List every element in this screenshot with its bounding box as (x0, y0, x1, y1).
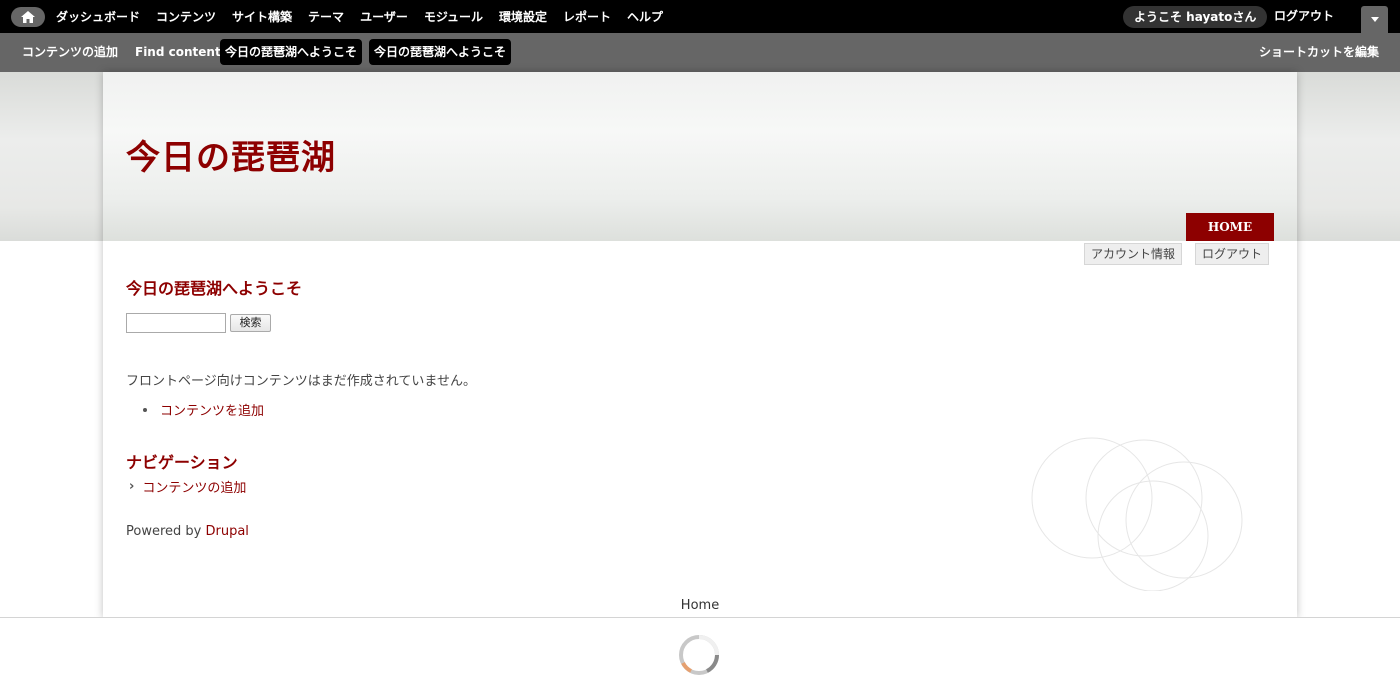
bullet-icon (143, 407, 147, 412)
block-title: 今日の琵琶湖へようこそ (126, 279, 303, 298)
footer-home-link[interactable]: Home (0, 598, 1400, 613)
edit-shortcuts-link[interactable]: ショートカットを編集 (1259, 39, 1379, 65)
navigation-item: › コンテンツの追加 (129, 477, 246, 496)
loading-spinner-icon (679, 635, 719, 675)
user-welcome-link[interactable]: ようこそ hayatoさん (1123, 6, 1268, 28)
toolbar-item-structure[interactable]: サイト構築 (224, 8, 300, 25)
list-item: コンテンツを追加 (143, 400, 264, 419)
add-content-link[interactable]: コンテンツを追加 (160, 400, 264, 419)
search-input[interactable] (126, 313, 226, 333)
powered-by-text: Powered by (126, 524, 206, 539)
toolbar-menu: ダッシュボード コンテンツ サイト構築 テーマ ユーザー モジュール 環境設定 … (48, 0, 671, 33)
toolbar-item-people[interactable]: ユーザー (352, 8, 416, 25)
powered-by: Powered by Drupal (126, 524, 249, 539)
navigation-title: ナビゲーション (126, 453, 238, 472)
shortcut-drawer-toggle[interactable] (1361, 6, 1388, 33)
admin-toolbar: ダッシュボード コンテンツ サイト構築 テーマ ユーザー モジュール 環境設定 … (0, 0, 1400, 33)
search-button[interactable]: 検索 (230, 314, 271, 332)
toolbar-item-reports[interactable]: レポート (555, 8, 619, 25)
shortcut-bar: コンテンツの追加 Find content 今日の琵琶湖へようこそ 今日の琵琶湖… (0, 33, 1400, 72)
page-wrapper: 今日の琵琶湖 HOME アカウント情報 ログアウト 今日の琵琶湖へようこそ 検索… (103, 72, 1297, 618)
main-menu-home-tab[interactable]: HOME (1186, 213, 1274, 241)
toolbar-logout-link[interactable]: ログアウト (1274, 0, 1334, 33)
shortcut-find-content[interactable]: Find content (135, 39, 221, 65)
toolbar-item-modules[interactable]: モジュール (416, 8, 491, 25)
decorative-bubbles-icon (1031, 437, 1243, 591)
toolbar-item-configuration[interactable]: 環境設定 (491, 8, 555, 25)
site-name[interactable]: 今日の琵琶湖 (126, 130, 336, 179)
toolbar-item-content[interactable]: コンテンツ (148, 8, 224, 25)
account-link[interactable]: アカウント情報 (1084, 243, 1183, 265)
shortcut-welcome-2[interactable]: 今日の琵琶湖へようこそ (369, 39, 512, 65)
main-content: アカウント情報 ログアウト 今日の琵琶湖へようこそ 検索 フロントページ向けコン… (103, 241, 1297, 618)
chevron-down-icon (1370, 17, 1379, 22)
navigation-add-content-link[interactable]: コンテンツの追加 (142, 477, 246, 496)
empty-frontpage-message: フロントページ向けコンテンツはまだ作成されていません。 (126, 374, 476, 389)
toolbar-item-help[interactable]: ヘルプ (619, 8, 671, 25)
toolbar-item-appearance[interactable]: テーマ (300, 8, 352, 25)
chevron-right-icon: › (129, 479, 135, 494)
shortcut-welcome-1[interactable]: 今日の琵琶湖へようこそ (220, 39, 363, 65)
site-header: 今日の琵琶湖 HOME (103, 72, 1297, 241)
shortcut-add-content[interactable]: コンテンツの追加 (22, 39, 118, 65)
home-icon[interactable] (11, 7, 45, 27)
secondary-logout-link[interactable]: ログアウト (1195, 243, 1270, 265)
drupal-link[interactable]: Drupal (205, 524, 248, 539)
toolbar-item-dashboard[interactable]: ダッシュボード (48, 8, 148, 25)
